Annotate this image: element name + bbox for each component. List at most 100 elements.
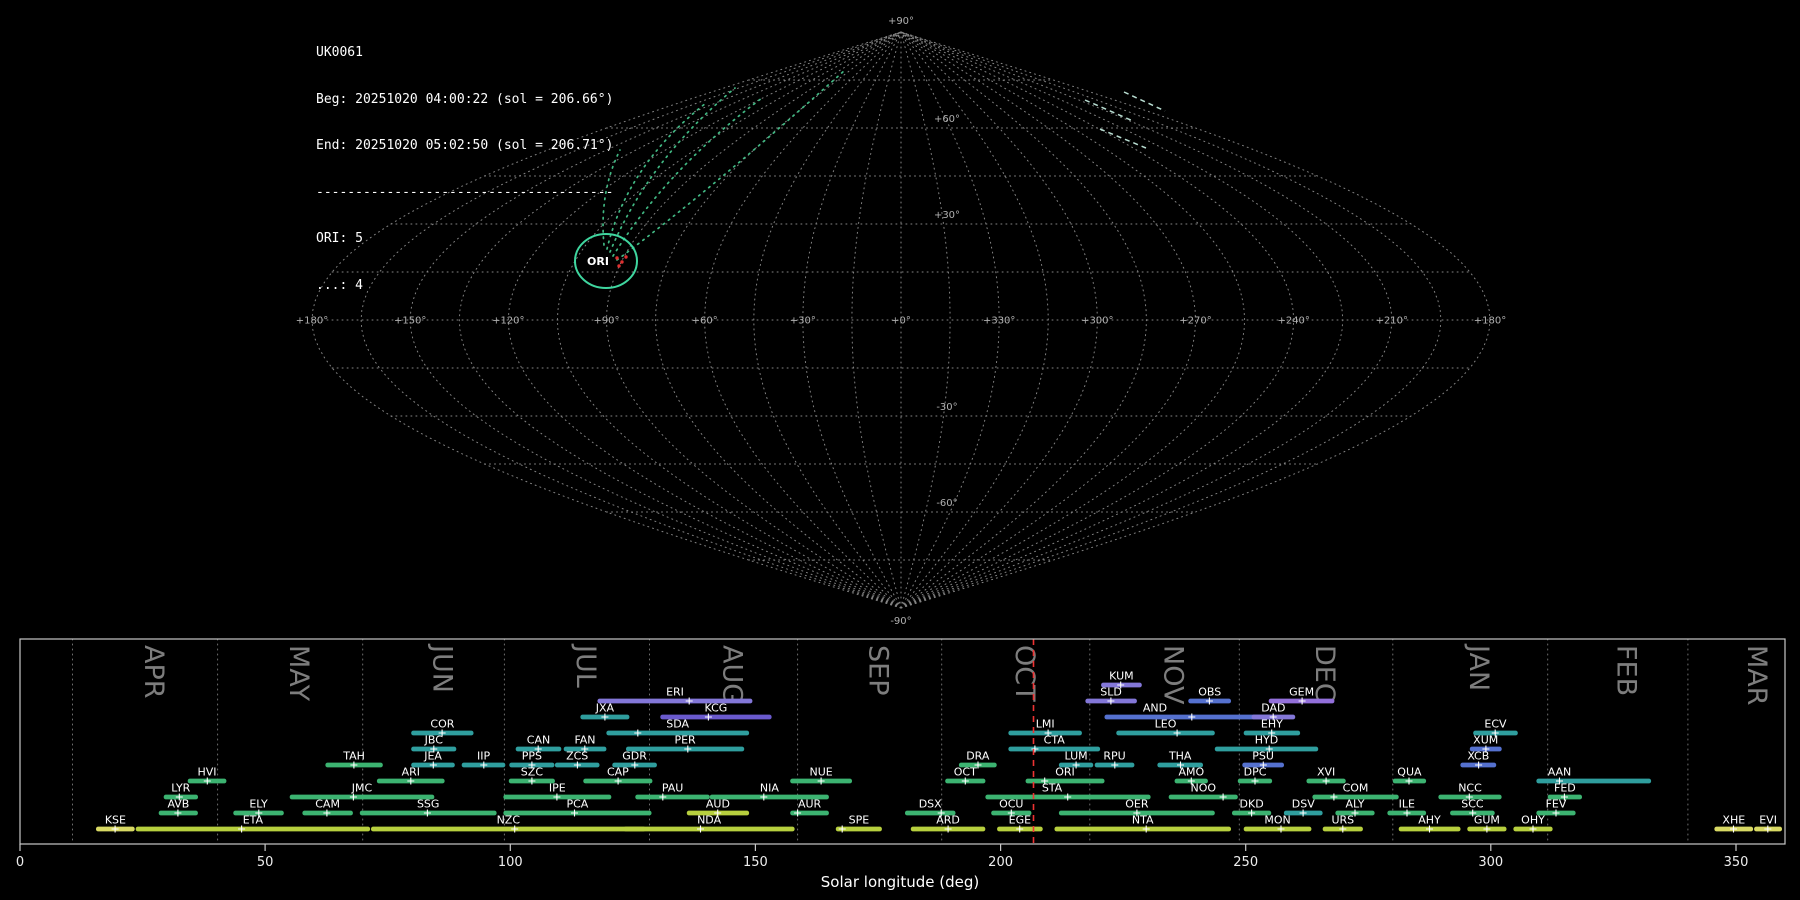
shower-zcs: ZCS — [554, 750, 600, 769]
shower-code-label: CAP — [607, 766, 629, 779]
radiant-point — [617, 264, 621, 268]
lon-label: +0° — [891, 316, 911, 327]
peak-marker — [1764, 825, 1772, 833]
shower-activity-bar — [623, 826, 795, 832]
shower-code-label: GDR — [622, 750, 647, 763]
lon-label: +180° — [1474, 316, 1506, 327]
lat-label: -90° — [890, 616, 911, 627]
peak-marker — [817, 777, 825, 785]
shower-code-label: CTA — [1044, 734, 1066, 747]
shower-code-label: LUM — [1065, 750, 1088, 763]
shower-dpc: DPC — [1237, 766, 1273, 785]
month-label-nov: NOV — [1157, 645, 1188, 705]
peak-marker — [659, 793, 667, 801]
peak-marker — [238, 825, 246, 833]
shower-code-label: OHY — [1521, 814, 1545, 827]
peak-marker — [1330, 793, 1338, 801]
shower-code-label: JBC — [424, 734, 444, 747]
shower-cam: CAM — [302, 798, 353, 817]
shower-code-label: KUM — [1109, 670, 1133, 683]
shower-code-label: FAN — [574, 734, 595, 747]
month-label-aug: AUG — [717, 645, 748, 704]
shower-ari: ARI — [376, 766, 445, 785]
peak-marker — [614, 777, 622, 785]
shower-xcb: XCB — [1460, 750, 1497, 769]
shower-oct: OCT — [945, 766, 986, 785]
shower-code-label: CAN — [527, 734, 550, 747]
month-label-apr: APR — [138, 645, 169, 699]
peak-marker — [1277, 825, 1285, 833]
shower-code-label: EHY — [1261, 718, 1283, 731]
shower-code-label: XCB — [1467, 750, 1489, 763]
peak-marker — [111, 825, 119, 833]
station-id: UK0061 — [316, 45, 363, 60]
peak-marker — [571, 809, 578, 817]
shower-code-label: SPE — [849, 814, 870, 827]
shower-activity-bar — [371, 826, 646, 832]
shower-qua: QUA — [1392, 766, 1427, 785]
peak-marker — [553, 793, 561, 801]
peak-marker — [704, 713, 712, 721]
month-label-jun: JUN — [426, 643, 457, 693]
shower-ahy: AHY — [1398, 814, 1461, 833]
shower-code-label: AAN — [1548, 766, 1572, 779]
lon-label: +300° — [1081, 316, 1113, 327]
x-tick-label: 300 — [1478, 855, 1503, 870]
shower-code-label: NOO — [1191, 782, 1217, 795]
shower-leo: LEO — [1116, 718, 1215, 737]
radiant-point — [620, 260, 624, 264]
shower-xhe: XHE — [1714, 814, 1754, 833]
shower-jmc: JMC — [289, 782, 435, 801]
shower-code-label: GUM — [1474, 814, 1500, 827]
peak-marker — [349, 793, 357, 801]
shower-code-label: LMI — [1036, 718, 1055, 731]
peak-marker — [1064, 793, 1072, 801]
peak-marker — [203, 777, 211, 785]
peak-marker — [1299, 809, 1307, 817]
meteor-streak — [1099, 128, 1147, 149]
shower-ohy: OHY — [1513, 814, 1553, 833]
shower-code-label: KSE — [105, 814, 126, 827]
shower-code-label: JMC — [351, 782, 373, 795]
shower-code-label: GEM — [1289, 686, 1314, 699]
shower-code-label: ARI — [402, 766, 420, 779]
peak-marker — [1173, 729, 1181, 737]
peak-marker — [1529, 825, 1537, 833]
shower-code-label: SLD — [1100, 686, 1122, 699]
shower-code-label: PER — [674, 734, 696, 747]
shower-code-label: SZC — [521, 766, 544, 779]
shower-bars: KUM ERI SLD OBS GEM JXA KCG AND DAD COR SDA LMI LEO E… — [96, 670, 1782, 833]
shower-ege: EGE — [997, 814, 1043, 833]
shower-nda: NDA — [623, 814, 795, 833]
month-label-jul: JUL — [570, 643, 601, 688]
obs-begin: Beg: 20251020 04:00:22 (sol = 206.66°) — [316, 91, 614, 107]
shower-ssg: SSG — [359, 798, 497, 817]
shower-activity-bar — [1025, 778, 1105, 784]
shower-sld: SLD — [1085, 686, 1137, 705]
count-other: ...: 4 — [316, 277, 363, 293]
meteor-trail — [612, 97, 763, 257]
shower-code-label: ETA — [243, 814, 264, 827]
x-tick-label: 200 — [988, 855, 1013, 870]
info-separator: -------------------------------------- — [316, 184, 614, 200]
radiant-point — [624, 255, 628, 259]
shower-code-label: ZCS — [566, 750, 588, 763]
timeline-svg: APR MAY JUN JUL AUG SEP OCT NOV DEC JAN FEB MARKUME… — [16, 638, 1786, 870]
shower-obs: OBS — [1188, 686, 1231, 705]
count-ori: ORI: 5 — [316, 231, 363, 246]
shower-code-label: DSX — [919, 798, 942, 811]
shower-code-label: NIA — [760, 782, 779, 795]
shower-activity-bar — [597, 698, 753, 704]
sky-map-svg: +180° +150° +120° +90° +60° +30° +0° +330° +300°… — [296, 16, 1506, 627]
shower-code-label: DKD — [1240, 798, 1264, 811]
peak-marker — [1142, 825, 1150, 833]
peak-marker — [429, 761, 437, 769]
shower-code-label: RPU — [1103, 750, 1125, 763]
shower-code-label: LEO — [1155, 718, 1177, 731]
peak-marker — [1403, 809, 1411, 817]
lat-label: +60° — [934, 114, 960, 125]
peak-marker — [511, 825, 519, 833]
shower-hvi: HVI — [187, 766, 227, 785]
lon-label: +60° — [692, 316, 718, 327]
lon-label: +240° — [1277, 316, 1309, 327]
